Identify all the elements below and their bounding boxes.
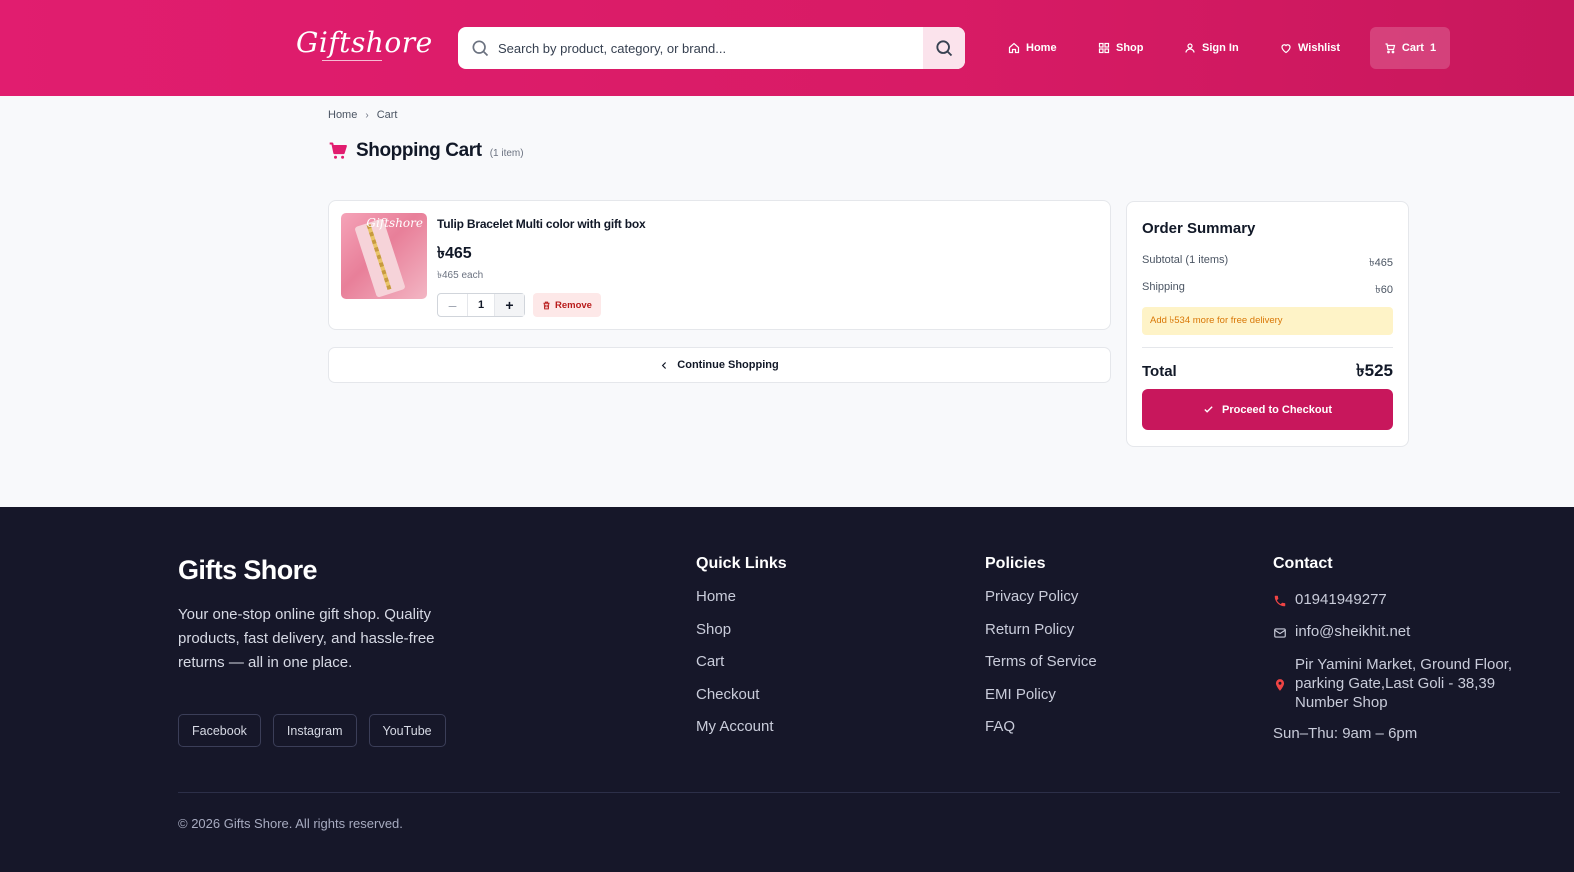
- proceed-to-checkout-button[interactable]: Proceed to Checkout: [1142, 389, 1393, 430]
- contact-email-text: info@sheikhit.net: [1295, 623, 1411, 640]
- remove-item-button[interactable]: Remove: [533, 293, 601, 317]
- cart-item-card: Giftshore Tulip Bracelet Multi color wit…: [328, 200, 1111, 330]
- contact-phone[interactable]: 01941949277: [1273, 591, 1387, 608]
- map-pin-icon: [1275, 679, 1285, 691]
- breadcrumb: Home › Cart: [328, 109, 397, 121]
- product-unit-price: ৳465 each: [437, 270, 484, 281]
- nav-shop-label: Shop: [1116, 42, 1144, 54]
- contact-hours: Sun–Thu: 9am – 6pm: [1273, 725, 1418, 742]
- summary-divider: [1142, 347, 1393, 348]
- continue-shopping-label: Continue Shopping: [677, 359, 779, 371]
- chevron-right-icon: ›: [365, 109, 369, 121]
- copyright: © 2026 Gifts Shore. All rights reserved.: [178, 816, 403, 831]
- search-bar: [458, 27, 965, 69]
- thumbnail-brand: Giftshore: [366, 216, 423, 230]
- footer-link-privacy-policy[interactable]: Privacy Policy: [985, 588, 1097, 621]
- cart-icon: [1385, 43, 1396, 54]
- continue-shopping-button[interactable]: Continue Shopping: [328, 347, 1111, 383]
- footer-brand: Gifts Shore: [178, 555, 318, 585]
- page-title: Shopping Cart: [356, 140, 482, 161]
- social-links: Facebook Instagram YouTube: [178, 714, 446, 747]
- contact-address-text: Pir Yamini Market, Ground Floor, parking…: [1295, 656, 1513, 711]
- checkout-label: Proceed to Checkout: [1221, 403, 1333, 416]
- heart-icon: [1281, 44, 1291, 54]
- breadcrumb-current: Cart: [376, 109, 398, 121]
- footer-quick-links: Quick Links Home Shop Cart Checkout My A…: [696, 555, 787, 751]
- footer-about: Your one-stop online gift shop. Quality …: [178, 606, 435, 671]
- free-delivery-notice: Add ৳534 more for free delivery: [1142, 307, 1393, 335]
- nav-home[interactable]: Home: [1008, 27, 1057, 69]
- nav-wishlist-label: Wishlist: [1298, 42, 1341, 54]
- nav-cart-label: Cart: [1401, 42, 1424, 54]
- contact-title: Contact: [1273, 555, 1333, 572]
- site-header: Giftshore Home Shop Sign In Wishlist Car…: [0, 0, 1574, 96]
- nav-sign-in-label: Sign In: [1202, 42, 1239, 54]
- site-logo[interactable]: Giftshore: [296, 26, 433, 59]
- footer-link-checkout[interactable]: Checkout: [696, 686, 787, 719]
- quantity-stepper: – 1 +: [437, 293, 525, 317]
- footer-link-home[interactable]: Home: [696, 588, 787, 621]
- product-price: ৳465: [437, 245, 472, 262]
- phone-icon: [1274, 595, 1286, 607]
- decrease-quantity-button[interactable]: –: [438, 294, 467, 316]
- footer-link-my-account[interactable]: My Account: [696, 718, 787, 751]
- footer-divider: [178, 792, 1560, 793]
- shipping-label: Shipping: [1142, 281, 1185, 293]
- subtotal-value: ৳465: [1369, 257, 1393, 269]
- check-icon: [1204, 406, 1213, 413]
- search-input[interactable]: [498, 27, 918, 69]
- footer-link-return-policy[interactable]: Return Policy: [985, 621, 1097, 654]
- remove-label: Remove: [555, 299, 592, 311]
- youtube-link[interactable]: YouTube: [368, 714, 446, 747]
- quick-links-title: Quick Links: [696, 555, 787, 572]
- chevron-left-icon: [662, 361, 667, 369]
- contact-phone-text: 01941949277: [1295, 591, 1387, 608]
- order-summary-card: Order Summary Subtotal (1 items) ৳465 Sh…: [1126, 201, 1409, 447]
- nav-sign-in[interactable]: Sign In: [1184, 27, 1239, 69]
- search-icon: [472, 40, 489, 57]
- search-icon: [936, 40, 953, 57]
- order-summary-title: Order Summary: [1142, 220, 1256, 237]
- nav-home-label: Home: [1026, 42, 1057, 54]
- footer-link-terms[interactable]: Terms of Service: [985, 653, 1097, 686]
- footer-link-cart[interactable]: Cart: [696, 653, 787, 686]
- grid-icon: [1098, 42, 1110, 54]
- footer-link-faq[interactable]: FAQ: [985, 718, 1097, 751]
- quantity-value[interactable]: 1: [467, 294, 495, 316]
- total-row: Total ৳525: [1142, 358, 1393, 386]
- footer-link-emi-policy[interactable]: EMI Policy: [985, 686, 1097, 719]
- nav-shop[interactable]: Shop: [1098, 27, 1144, 69]
- shopping-cart-icon: [329, 142, 347, 159]
- instagram-link[interactable]: Instagram: [272, 714, 357, 747]
- increase-quantity-button[interactable]: +: [495, 294, 524, 316]
- home-icon: [1008, 42, 1020, 54]
- shipping-value: ৳60: [1375, 284, 1393, 296]
- shipping-row: Shipping ৳60: [1142, 281, 1393, 300]
- contact-email[interactable]: info@sheikhit.net: [1273, 623, 1410, 640]
- subtotal-label: Subtotal (1 items): [1142, 254, 1229, 266]
- nav-wishlist[interactable]: Wishlist: [1280, 27, 1340, 69]
- logo-underline: [322, 60, 382, 61]
- product-thumbnail[interactable]: Giftshore: [341, 213, 427, 299]
- item-count: (1 item): [489, 148, 524, 159]
- mail-icon: [1274, 628, 1286, 638]
- facebook-link[interactable]: Facebook: [178, 714, 261, 747]
- total-value: ৳525: [1356, 361, 1393, 380]
- cart-count-badge: 1: [1429, 42, 1437, 54]
- breadcrumb-home[interactable]: Home: [328, 109, 357, 121]
- footer-policies: Policies Privacy Policy Return Policy Te…: [985, 555, 1097, 751]
- user-icon: [1185, 43, 1195, 53]
- total-label: Total: [1142, 363, 1177, 380]
- contact-address: Pir Yamini Market, Ground Floor, parking…: [1273, 655, 1543, 712]
- site-footer: Gifts Shore Your one-stop online gift sh…: [0, 507, 1574, 872]
- policies-title: Policies: [985, 555, 1046, 572]
- product-name[interactable]: Tulip Bracelet Multi color with gift box: [437, 217, 646, 231]
- footer-contact: Contact 01941949277 info@sheikhit.net Pi…: [1273, 555, 1543, 742]
- subtotal-row: Subtotal (1 items) ৳465: [1142, 254, 1393, 273]
- footer-link-shop[interactable]: Shop: [696, 621, 787, 654]
- search-button[interactable]: [923, 27, 965, 69]
- page-title-row: Shopping Cart (1 item): [328, 140, 524, 162]
- nav-cart[interactable]: Cart 1: [1370, 27, 1450, 69]
- trash-icon: [543, 301, 550, 309]
